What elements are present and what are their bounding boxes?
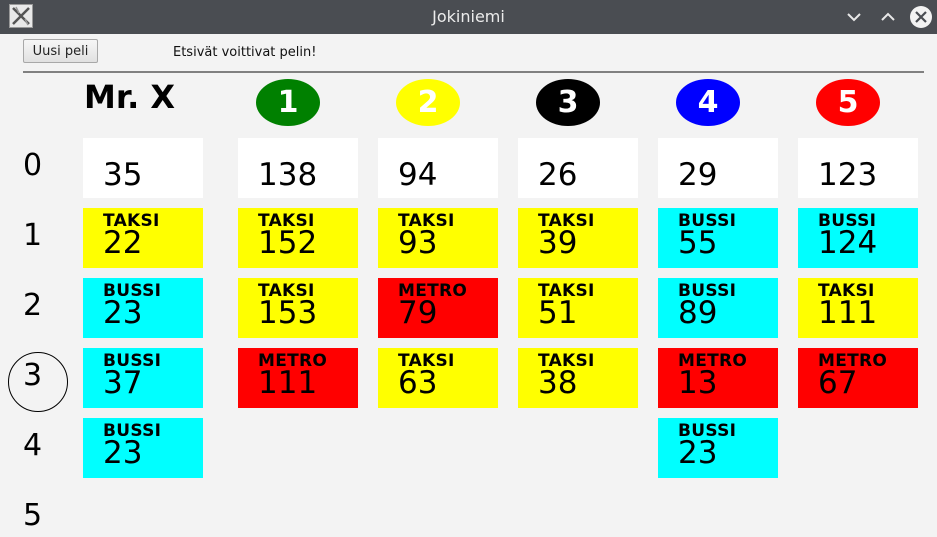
station-number: 111 bbox=[258, 365, 318, 401]
mr-x-move-cell: BUSSI 23 bbox=[83, 278, 203, 338]
detective-5-badge: 5 bbox=[816, 79, 880, 126]
window-title: Jokiniemi bbox=[432, 7, 505, 26]
mr-x-move-cell: BUSSI 23 bbox=[83, 418, 203, 478]
detective-4-badge: 4 bbox=[676, 79, 740, 126]
detective-1-move-cell: 138 bbox=[238, 138, 358, 198]
detective-3-badge: 3 bbox=[536, 79, 600, 126]
station-number: 153 bbox=[258, 295, 318, 331]
detective-4-move-cell: BUSSI 89 bbox=[658, 278, 778, 338]
station-number: 39 bbox=[538, 225, 578, 261]
mr-x-header: Mr. X bbox=[84, 78, 176, 116]
station-number: 51 bbox=[538, 295, 578, 331]
station-number: 152 bbox=[258, 225, 318, 261]
title-bar: Jokiniemi bbox=[0, 0, 937, 34]
detective-4-move-cell: BUSSI 55 bbox=[658, 208, 778, 268]
detective-5-move-cell: 123 bbox=[798, 138, 918, 198]
detective-4-move-cell: METRO 13 bbox=[658, 348, 778, 408]
detective-2-move-cell: TAKSI 93 bbox=[378, 208, 498, 268]
station-number: 38 bbox=[538, 365, 578, 401]
station-number: 55 bbox=[678, 225, 718, 261]
station-number: 23 bbox=[678, 435, 718, 471]
station-number: 29 bbox=[678, 157, 718, 193]
mr-x-move-cell: TAKSI 22 bbox=[83, 208, 203, 268]
new-game-button[interactable]: Uusi peli bbox=[23, 39, 98, 63]
round-label: 4 bbox=[23, 428, 43, 463]
toolbar-divider bbox=[23, 71, 924, 73]
station-number: 35 bbox=[103, 157, 143, 193]
station-number: 94 bbox=[398, 157, 438, 193]
station-number: 37 bbox=[103, 365, 143, 401]
station-number: 89 bbox=[678, 295, 718, 331]
detective-1-move-cell: METRO 111 bbox=[238, 348, 358, 408]
detective-5-move-cell: BUSSI 124 bbox=[798, 208, 918, 268]
detective-5-move-cell: METRO 67 bbox=[798, 348, 918, 408]
station-number: 123 bbox=[818, 157, 878, 193]
close-icon[interactable] bbox=[909, 5, 933, 29]
mr-x-move-cell: BUSSI 37 bbox=[83, 348, 203, 408]
detective-4-move-cell: 29 bbox=[658, 138, 778, 198]
station-number: 93 bbox=[398, 225, 438, 261]
station-number: 23 bbox=[103, 435, 143, 471]
minimize-icon[interactable] bbox=[843, 6, 865, 28]
station-number: 79 bbox=[398, 295, 438, 331]
detective-1-move-cell: TAKSI 152 bbox=[238, 208, 358, 268]
maximize-icon[interactable] bbox=[877, 6, 899, 28]
round-label: 3 bbox=[23, 358, 43, 393]
detective-2-badge: 2 bbox=[396, 79, 460, 126]
station-number: 138 bbox=[258, 157, 318, 193]
status-message: Etsivät voittivat pelin! bbox=[173, 45, 317, 60]
detective-3-move-cell: TAKSI 38 bbox=[518, 348, 638, 408]
station-number: 124 bbox=[818, 225, 878, 261]
round-label: 5 bbox=[23, 498, 43, 533]
station-number: 67 bbox=[818, 365, 858, 401]
detective-5-move-cell: TAKSI 111 bbox=[798, 278, 918, 338]
round-label: 0 bbox=[23, 148, 43, 183]
detective-3-move-cell: TAKSI 51 bbox=[518, 278, 638, 338]
detective-1-badge: 1 bbox=[256, 79, 320, 126]
detective-4-move-cell: BUSSI 23 bbox=[658, 418, 778, 478]
station-number: 63 bbox=[398, 365, 438, 401]
game-panel: Uusi peli Etsivät voittivat pelin! Mr. X… bbox=[3, 34, 934, 537]
detective-3-move-cell: 26 bbox=[518, 138, 638, 198]
detective-1-move-cell: TAKSI 153 bbox=[238, 278, 358, 338]
station-number: 22 bbox=[103, 225, 143, 261]
station-number: 23 bbox=[103, 295, 143, 331]
detective-2-move-cell: TAKSI 63 bbox=[378, 348, 498, 408]
station-number: 111 bbox=[818, 295, 878, 331]
detective-2-move-cell: METRO 79 bbox=[378, 278, 498, 338]
station-number: 13 bbox=[678, 365, 718, 401]
detective-2-move-cell: 94 bbox=[378, 138, 498, 198]
mr-x-move-cell: 35 bbox=[83, 138, 203, 198]
station-number: 26 bbox=[538, 157, 578, 193]
round-label: 1 bbox=[23, 218, 43, 253]
round-label: 2 bbox=[23, 288, 43, 323]
detective-3-move-cell: TAKSI 39 bbox=[518, 208, 638, 268]
